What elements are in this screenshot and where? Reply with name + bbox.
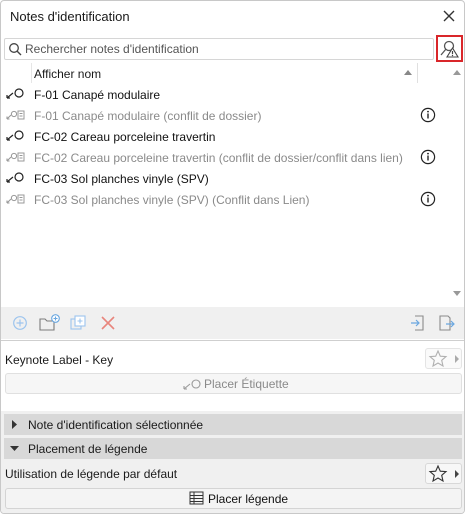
list-item[interactable]: FC-03 Sol planches vinyle (SPV) (Conflit… bbox=[3, 189, 449, 210]
export-icon[interactable] bbox=[437, 314, 455, 332]
place-legend-text: Placer légende bbox=[208, 492, 289, 506]
label-tool-icon bbox=[183, 379, 201, 390]
header-divider bbox=[417, 63, 418, 83]
label-section: Keynote Label - Key Placer Étiquette bbox=[1, 340, 464, 402]
list-item-label: FC-02 Careau porceleine travertin (confl… bbox=[34, 151, 403, 165]
info-icon[interactable] bbox=[420, 107, 436, 123]
sort-ascending-icon[interactable] bbox=[403, 68, 413, 76]
section-gap bbox=[1, 402, 464, 411]
star-icon bbox=[428, 464, 448, 483]
accordion-legend-placement[interactable]: Placement de légende bbox=[4, 438, 462, 459]
scroll-down-icon[interactable] bbox=[453, 291, 461, 297]
scroll-up-icon[interactable] bbox=[453, 69, 461, 75]
label-type-name: Keynote Label - Key bbox=[5, 353, 114, 367]
keynote-conflict-icon bbox=[6, 194, 25, 204]
column-header-name[interactable]: Afficher nom bbox=[34, 67, 101, 81]
legend-favorites-button[interactable] bbox=[425, 463, 462, 484]
list-toolbar bbox=[1, 307, 464, 339]
list-item[interactable]: F-01 Canapé modulaire bbox=[3, 84, 449, 105]
list-item[interactable]: FC-03 Sol planches vinyle (SPV) bbox=[3, 168, 449, 189]
section-divider bbox=[1, 340, 464, 341]
chevron-right-icon bbox=[455, 355, 459, 363]
keynote-conflict-icon bbox=[6, 110, 25, 120]
window-title: Notes d'identification bbox=[10, 9, 130, 24]
place-legend-button[interactable]: Placer légende bbox=[5, 488, 462, 509]
chevron-down-icon bbox=[10, 446, 19, 451]
title-bar: Notes d'identification bbox=[1, 1, 464, 33]
default-legend-label: Utilisation de légende par défaut bbox=[5, 467, 178, 481]
find-keynote-button[interactable] bbox=[436, 35, 463, 62]
list-item[interactable]: F-01 Canapé modulaire (conflit de dossie… bbox=[3, 105, 449, 126]
accordion-selected-label: Note d'identification sélectionnée bbox=[28, 418, 204, 432]
close-icon[interactable] bbox=[441, 8, 457, 24]
star-icon bbox=[428, 349, 448, 368]
column-divider bbox=[31, 63, 32, 83]
list-item[interactable]: FC-02 Careau porceleine travertin bbox=[3, 126, 449, 147]
info-icon[interactable] bbox=[420, 149, 436, 165]
list-item-label: FC-03 Sol planches vinyle (SPV) bbox=[34, 172, 209, 186]
list-item-label: F-01 Canapé modulaire (conflit de dossie… bbox=[34, 109, 262, 123]
legend-section: Note d'identification sélectionnée Place… bbox=[1, 402, 464, 513]
place-label-button[interactable]: Placer Étiquette bbox=[5, 373, 462, 394]
accordion-legend-label: Placement de légende bbox=[28, 442, 148, 456]
chevron-right-icon bbox=[455, 470, 459, 478]
keynote-list: Afficher nom F-01 Canapé modulaire F-01 C… bbox=[3, 63, 463, 303]
import-icon[interactable] bbox=[409, 314, 427, 332]
find-warning-icon bbox=[440, 40, 459, 58]
add-folder-icon[interactable] bbox=[39, 314, 61, 332]
duplicate-icon[interactable] bbox=[69, 314, 87, 332]
list-item[interactable]: FC-02 Careau porceleine travertin (confl… bbox=[3, 147, 449, 168]
legend-table-icon bbox=[189, 491, 204, 505]
place-label-text: Placer Étiquette bbox=[204, 377, 289, 391]
list-item-label: F-01 Canapé modulaire bbox=[34, 88, 161, 102]
search-icon bbox=[9, 43, 22, 56]
search-input[interactable] bbox=[25, 40, 425, 58]
keynote-label-icon bbox=[6, 130, 24, 141]
list-header: Afficher nom bbox=[3, 63, 463, 83]
label-favorites-button[interactable] bbox=[425, 348, 462, 369]
keynote-label-icon bbox=[6, 172, 24, 183]
add-keynote-icon[interactable] bbox=[11, 314, 29, 332]
keynote-conflict-icon bbox=[6, 152, 25, 162]
list-item-label: FC-02 Careau porceleine travertin bbox=[34, 130, 216, 144]
delete-icon[interactable] bbox=[99, 314, 117, 332]
info-icon[interactable] bbox=[420, 191, 436, 207]
keynote-label-icon bbox=[6, 88, 24, 99]
keynotes-palette: Notes d'identification Afficher nom bbox=[0, 0, 465, 514]
search-box bbox=[4, 38, 434, 60]
accordion-selected-keynote[interactable]: Note d'identification sélectionnée bbox=[4, 414, 462, 435]
list-item-label: FC-03 Sol planches vinyle (SPV) (Conflit… bbox=[34, 193, 310, 207]
chevron-right-icon bbox=[12, 420, 17, 429]
